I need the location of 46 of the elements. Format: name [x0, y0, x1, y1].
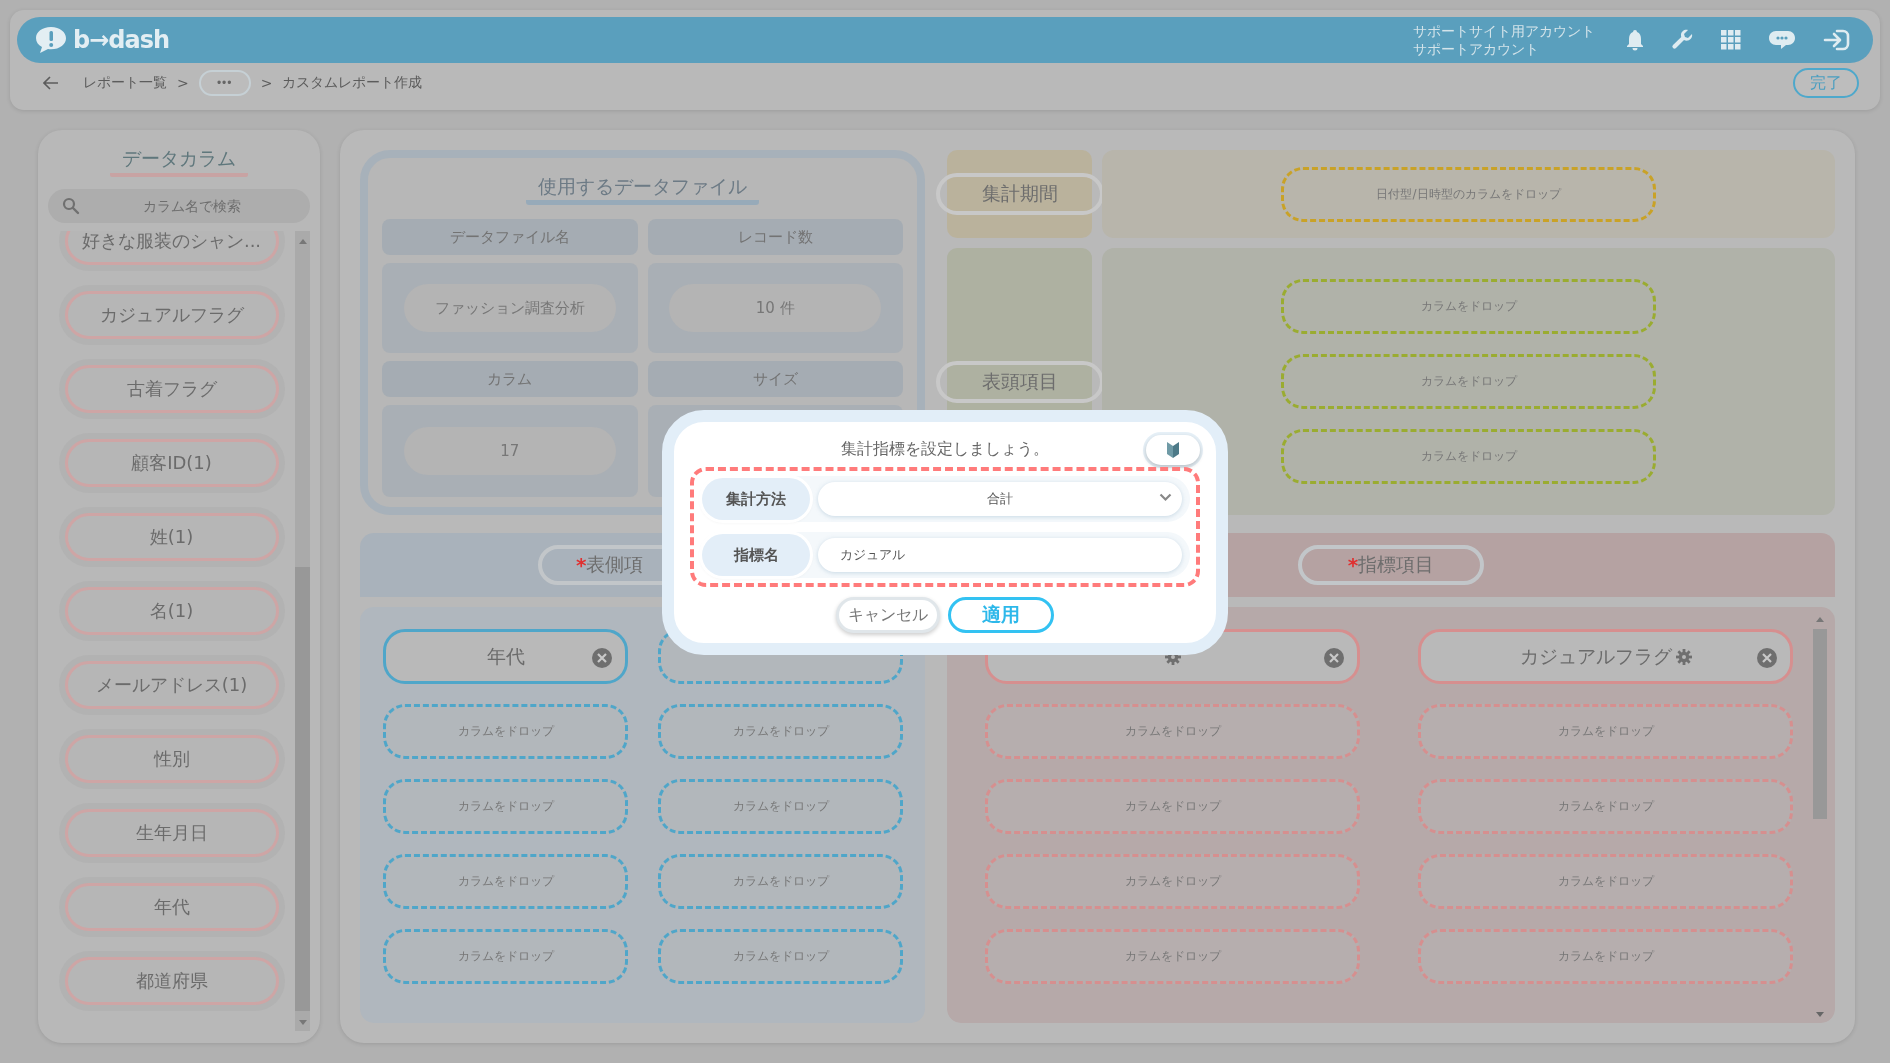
grid-icon[interactable]: [1721, 30, 1741, 50]
scroll-up-icon: [1815, 615, 1825, 623]
account-name: サポートサイト用アカウント: [1413, 22, 1595, 40]
apply-button[interactable]: 適用: [948, 597, 1054, 633]
breadcrumb-separator: >: [260, 75, 273, 91]
wrench-icon[interactable]: [1671, 28, 1695, 52]
chevron-down-icon: [1159, 493, 1172, 502]
logo-bubble-icon: [33, 25, 69, 55]
bell-icon[interactable]: [1625, 29, 1645, 51]
chat-icon[interactable]: [1767, 28, 1797, 52]
column-label: カジュアルフラグ: [1519, 643, 1672, 669]
card-title: 使用するデータファイル: [526, 174, 759, 205]
guide-button[interactable]: [1146, 434, 1200, 465]
scrollbar[interactable]: [295, 231, 310, 1031]
close-icon[interactable]: [591, 647, 613, 669]
gear-icon[interactable]: [1675, 648, 1692, 665]
search-field[interactable]: カラム名で検索: [48, 189, 310, 223]
more-button[interactable]: •••: [198, 70, 251, 96]
account-name: サポートアカウント: [1413, 40, 1540, 58]
field-label: 指標名: [702, 534, 810, 576]
header-cell: データファイル名: [382, 219, 638, 255]
logout-icon[interactable]: [1823, 28, 1851, 52]
logo-text: b→dash: [73, 26, 170, 54]
field-label: 集計方法: [702, 478, 810, 520]
breadcrumb-current: カスタムレポート作成: [282, 74, 423, 92]
scroll-down-icon: [1815, 1011, 1825, 1019]
done-button[interactable]: 完了: [1793, 68, 1859, 98]
header-cell: レコード数: [647, 219, 903, 255]
header-cell: カラム: [382, 361, 638, 397]
beginner-mark-icon: [1166, 440, 1180, 459]
back-arrow-icon[interactable]: [43, 76, 59, 90]
breadcrumb-separator: >: [177, 75, 189, 91]
cancel-button[interactable]: キャンセル: [836, 597, 940, 633]
close-icon[interactable]: [1756, 647, 1778, 669]
method-select[interactable]: 合計: [818, 482, 1182, 516]
panel-title: データカラム: [110, 146, 248, 177]
header-cell: サイズ: [647, 361, 903, 397]
value-pill: 10 件: [669, 284, 882, 332]
breadcrumb-link[interactable]: レポート一覧: [83, 74, 167, 92]
value-pill: 17: [403, 427, 616, 475]
scroll-up-icon: [297, 237, 308, 245]
dialog-title: 集計指標を設定しましょう。: [840, 439, 1050, 460]
close-icon[interactable]: [1323, 647, 1345, 669]
name-field[interactable]: カジュアル: [818, 538, 1182, 572]
scroll-down-icon: [297, 1019, 308, 1027]
column-label: 年代: [486, 643, 525, 669]
